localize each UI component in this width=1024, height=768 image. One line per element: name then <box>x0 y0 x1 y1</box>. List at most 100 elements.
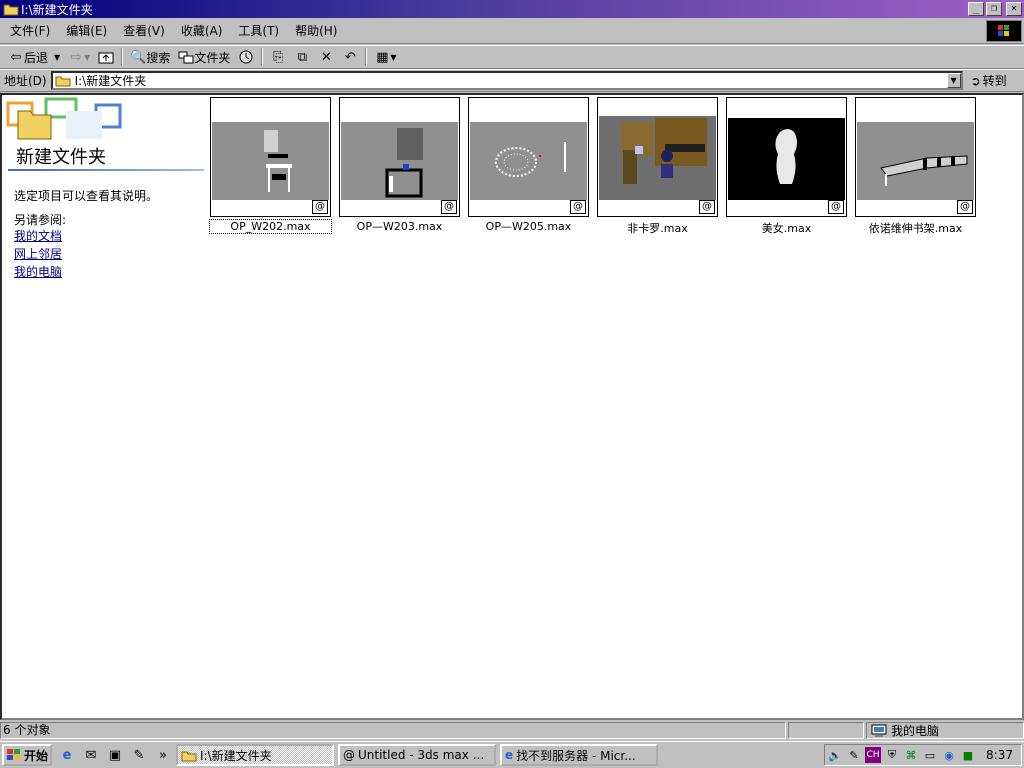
object-count: 6 个对象 <box>0 722 786 739</box>
back-arrow-icon: ⇦ <box>10 49 22 65</box>
menu-edit[interactable]: 编辑(E) <box>60 22 113 39</box>
globe-icon[interactable]: ◉ <box>941 747 957 763</box>
forward-button[interactable]: ⇨ ▼ <box>64 47 94 67</box>
menu-favorites[interactable]: 收藏(A) <box>175 22 229 39</box>
taskbar: 开始 e ✉ ▣ ✎ » I:\新建文件夹 @ Untitled - 3ds m… <box>0 741 1024 768</box>
address-dropdown-button[interactable]: ▼ <box>946 73 961 88</box>
minimize-button[interactable]: _ <box>968 2 984 16</box>
show-desktop-icon[interactable]: ▣ <box>106 746 124 764</box>
task-label: I:\新建文件夹 <box>200 748 272 763</box>
file-name: 依诺维伸书架.max <box>868 222 963 235</box>
antivirus-shield-icon[interactable]: ⛨ <box>884 747 900 763</box>
address-label: 地址(D) <box>4 74 47 88</box>
toolbar-separator <box>121 48 124 66</box>
file-item[interactable]: @ OP_W202.max <box>209 97 339 236</box>
3ds-max-badge-icon: @ <box>699 200 715 214</box>
network-icon[interactable]: ⌘ <box>903 747 919 763</box>
file-item[interactable]: @ 美女.max <box>726 97 855 236</box>
file-thumbnail[interactable]: @ <box>726 97 847 217</box>
file-item[interactable]: @ OP—W205.max <box>468 97 597 236</box>
toolbar-separator <box>261 48 264 66</box>
window-title: I:\新建文件夹 <box>21 2 93 17</box>
file-thumbnail[interactable]: @ <box>468 97 589 217</box>
file-name: 美女.max <box>761 222 812 235</box>
search-button[interactable]: 🔍 搜索 <box>126 47 174 67</box>
more-chevron-icon[interactable]: » <box>154 746 172 764</box>
link-network-places[interactable]: 网上邻居 <box>14 247 62 262</box>
views-icon: ▦ <box>376 49 389 65</box>
up-folder-button[interactable] <box>94 47 118 67</box>
3ds-max-icon: @ <box>343 748 355 762</box>
file-item[interactable]: @ 非卡罗.max <box>597 97 726 236</box>
file-item[interactable]: @ OP—W203.max <box>339 97 468 236</box>
task-label: Untitled - 3ds max ... <box>358 748 485 762</box>
monitor-icon[interactable]: ▭ <box>922 747 938 763</box>
task-button-ie[interactable]: e 找不到服务器 - Micr... <box>500 744 658 766</box>
file-thumbnail[interactable]: @ <box>210 97 331 217</box>
link-my-computer[interactable]: 我的电脑 <box>14 265 62 280</box>
chevron-down-icon[interactable]: ▼ <box>54 53 60 62</box>
folder-view: 新建文件夹 选定项目可以查看其说明。 另请参阅: 我的文档 网上邻居 我的电脑 <box>0 93 1024 720</box>
file-name: OP—W203.max <box>356 220 443 233</box>
folder-icon <box>55 74 71 87</box>
menu-help[interactable]: 帮助(H) <box>289 22 343 39</box>
go-label: 转到 <box>982 74 1007 88</box>
title-divider <box>8 169 204 171</box>
pencil-icon[interactable]: ✎ <box>130 746 148 764</box>
3ds-max-badge-icon: @ <box>570 200 586 214</box>
delete-button[interactable]: ✕ <box>314 47 338 67</box>
folders-button[interactable]: 文件夹 <box>174 47 234 67</box>
restore-button[interactable]: ❐ <box>986 2 1002 16</box>
folder-banner-icon <box>6 97 126 147</box>
3ds-max-badge-icon: @ <box>957 200 973 214</box>
windows-flag-icon <box>6 748 22 762</box>
menu-bar: 文件(F) 编辑(E) 查看(V) 收藏(A) 工具(T) 帮助(H) <box>0 18 1024 44</box>
history-icon <box>238 49 254 65</box>
start-button[interactable]: 开始 <box>2 744 52 766</box>
start-label: 开始 <box>24 748 49 763</box>
task-button-3dsmax[interactable]: @ Untitled - 3ds max ... <box>338 744 496 766</box>
move-to-button[interactable]: ⎘ <box>266 47 290 67</box>
input-method-icon[interactable]: ✎ <box>846 747 862 763</box>
chevron-down-icon: ▼ <box>84 52 91 62</box>
menu-tools[interactable]: 工具(T) <box>232 22 285 39</box>
go-button[interactable]: ➲ 转到 <box>971 72 1007 89</box>
file-item[interactable]: @ 依诺维伸书架.max <box>855 97 984 236</box>
3ds-max-badge-icon: @ <box>441 200 457 214</box>
chevron-down-icon: ▼ <box>390 52 397 62</box>
views-button[interactable]: ▦ ▼ <box>370 47 400 67</box>
copy-to-button[interactable]: ⧉ <box>290 47 314 67</box>
forward-arrow-icon: ⇨ <box>70 49 82 65</box>
menu-view[interactable]: 查看(V) <box>117 22 171 39</box>
link-my-documents[interactable]: 我的文档 <box>14 229 62 244</box>
file-thumbnail[interactable]: @ <box>855 97 976 217</box>
internet-explorer-icon[interactable]: e <box>58 746 76 764</box>
undo-icon: ↶ <box>344 49 356 65</box>
history-button[interactable] <box>234 47 258 67</box>
go-arrow-icon: ➲ <box>970 73 981 88</box>
internet-explorer-icon: e <box>505 748 514 762</box>
undo-button[interactable]: ↶ <box>338 47 362 67</box>
search-label: 搜索 <box>146 50 171 65</box>
folders-icon <box>178 49 194 65</box>
status-square-icon[interactable]: ■ <box>960 747 976 763</box>
clock[interactable]: 8:37 <box>986 748 1013 762</box>
menu-file[interactable]: 文件(F) <box>4 22 56 39</box>
copy-to-icon: ⧉ <box>297 49 307 65</box>
3ds-max-badge-icon: @ <box>828 200 844 214</box>
task-button-explorer[interactable]: I:\新建文件夹 <box>176 744 334 766</box>
file-thumbnail[interactable]: @ <box>597 97 718 217</box>
back-button[interactable]: ⇦ 后退 ▼ <box>4 47 64 67</box>
volume-icon[interactable]: 🔈 <box>827 747 843 763</box>
quick-launch: e ✉ ▣ ✎ » <box>58 746 172 764</box>
outlook-express-icon[interactable]: ✉ <box>82 746 100 764</box>
move-to-icon: ⎘ <box>273 49 284 65</box>
delete-icon: ✕ <box>320 49 332 65</box>
file-thumbnail[interactable]: @ <box>339 97 460 217</box>
language-ch-icon[interactable]: CH <box>865 747 881 763</box>
address-input[interactable]: I:\新建文件夹 ▼ <box>50 71 963 90</box>
address-value: I:\新建文件夹 <box>74 74 147 88</box>
title-bar: I:\新建文件夹 _ ❐ ✕ <box>0 0 1024 18</box>
status-zone: 我的电脑 <box>866 722 1024 739</box>
close-button[interactable]: ✕ <box>1006 2 1022 16</box>
